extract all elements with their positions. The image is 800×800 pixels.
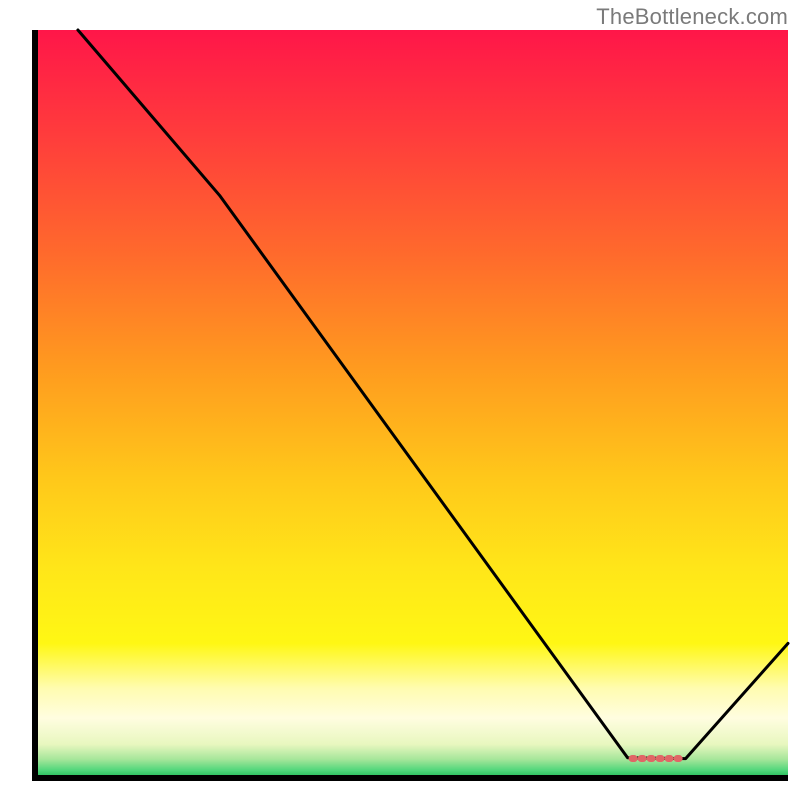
chart-canvas — [0, 0, 800, 800]
plot-background — [35, 30, 788, 778]
chart-root: TheBottleneck.com — [0, 0, 800, 800]
